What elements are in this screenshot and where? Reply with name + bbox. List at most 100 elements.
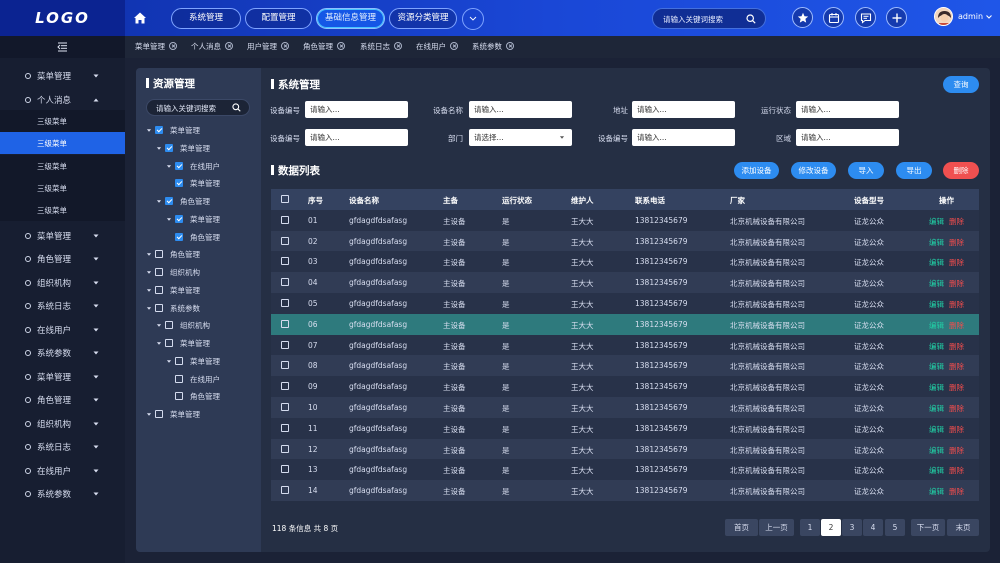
row-checkbox[interactable]	[281, 215, 289, 224]
tree-node[interactable]: 在线用户	[166, 373, 276, 387]
tree-checkbox[interactable]	[155, 250, 163, 259]
sidebar-item[interactable]: 菜单管理	[0, 366, 125, 388]
table-row[interactable]: 01 gfdagdfdsafasg 主设备 是 王大大 13812345679 北京机械设备…	[271, 209, 979, 231]
table-row[interactable]: 06 gfdagdfdsafasg 主设备 是 王大大 13812345679 北京机械设备…	[271, 313, 979, 335]
tree-node[interactable]: 在线用户	[166, 160, 276, 174]
row-checkbox[interactable]	[281, 403, 289, 411]
edit-link[interactable]: 编辑	[929, 257, 944, 268]
delete-link[interactable]: 删除	[949, 382, 964, 393]
tree-checkbox[interactable]	[165, 197, 173, 205]
sidebar-item[interactable]: 组织机构	[0, 272, 125, 294]
close-icon[interactable]	[450, 42, 458, 50]
tree-checkbox[interactable]	[175, 356, 183, 365]
row-checkbox[interactable]	[281, 465, 289, 474]
query-button[interactable]: 查询	[943, 76, 979, 93]
tree-node[interactable]: 角色管理	[156, 195, 266, 209]
delete-link[interactable]: 删除	[949, 299, 964, 310]
tree-node[interactable]: 角色管理	[166, 231, 276, 245]
open-tab[interactable]: 用户管理	[247, 36, 289, 58]
tree-checkbox[interactable]	[165, 143, 173, 152]
caret-down-icon[interactable]	[156, 199, 162, 204]
table-row[interactable]: 05 gfdagdfdsafasg 主设备 是 王大大 13812345679 北京机械设备…	[271, 293, 979, 314]
form-input[interactable]	[801, 104, 891, 115]
next-page-button[interactable]: 下一页	[911, 519, 945, 536]
sidebar-item[interactable]: 系统日志	[0, 436, 125, 458]
caret-down-icon[interactable]	[146, 412, 152, 417]
sidebar-item[interactable]: 菜单管理	[0, 65, 125, 87]
row-checkbox[interactable]	[281, 486, 289, 495]
form-input[interactable]	[637, 104, 727, 115]
caret-down-icon[interactable]	[559, 135, 565, 140]
tree-node[interactable]: 菜单管理	[166, 213, 276, 227]
open-tab[interactable]: 系统日志	[360, 36, 402, 58]
header-search-input[interactable]	[663, 12, 743, 26]
open-tab[interactable]: 菜单管理	[135, 36, 177, 58]
department-select[interactable]	[469, 129, 572, 146]
tree-checkbox[interactable]	[165, 339, 173, 347]
sidebar-item[interactable]: 角色管理	[0, 248, 125, 270]
delete-link[interactable]: 删除	[949, 361, 964, 372]
row-checkbox[interactable]	[281, 278, 289, 287]
sidebar-item[interactable]: 角色管理	[0, 389, 125, 411]
add-button[interactable]	[886, 7, 907, 28]
export-button[interactable]: 导出	[896, 162, 932, 179]
row-checkbox[interactable]	[281, 257, 289, 266]
edit-link[interactable]: 编辑	[929, 237, 944, 248]
delete-link[interactable]: 删除	[949, 445, 964, 456]
nav-tab-basic-info[interactable]: 基础信息管理	[316, 8, 385, 29]
sidebar-item[interactable]: 菜单管理	[0, 225, 125, 247]
sidebar-subitem[interactable]: 三级菜单	[0, 199, 125, 222]
form-input[interactable]	[474, 132, 564, 143]
tree-checkbox[interactable]	[175, 392, 183, 401]
form-field[interactable]	[632, 129, 735, 146]
tree-checkbox[interactable]	[155, 303, 163, 312]
delete-link[interactable]: 删除	[949, 237, 964, 248]
edit-link[interactable]: 编辑	[929, 320, 944, 331]
caret-down-icon[interactable]	[146, 306, 152, 311]
delete-link[interactable]: 删除	[949, 278, 964, 289]
tree-node[interactable]: 菜单管理	[146, 124, 256, 138]
form-input[interactable]	[801, 132, 891, 143]
edit-link[interactable]: 编辑	[929, 341, 944, 352]
close-icon[interactable]	[169, 42, 177, 50]
open-tab[interactable]: 在线用户	[416, 36, 458, 58]
page-number-button[interactable]: 1	[800, 519, 820, 536]
tree-checkbox[interactable]	[165, 321, 173, 330]
row-checkbox[interactable]	[281, 382, 289, 391]
table-row[interactable]: 09 gfdagdfdsafasg 主设备 是 王大大 13812345679 北京机械设备…	[271, 376, 979, 397]
table-row[interactable]: 04 gfdagdfdsafasg 主设备 是 王大大 13812345679 北京机械设备…	[271, 272, 979, 293]
avatar[interactable]	[934, 7, 953, 26]
sidebar-subitem[interactable]: 三级菜单	[0, 110, 125, 132]
delete-link[interactable]: 删除	[949, 403, 964, 414]
caret-down-icon[interactable]	[146, 252, 152, 257]
table-row[interactable]: 03 gfdagdfdsafasg 主设备 是 王大大 13812345679 北京机械设备…	[271, 251, 979, 273]
row-checkbox[interactable]	[281, 340, 289, 349]
row-checkbox[interactable]	[281, 319, 289, 328]
tree-node[interactable]: 菜单管理	[166, 177, 276, 191]
sidebar-collapse-button[interactable]	[0, 36, 125, 58]
table-row[interactable]: 14 gfdagdfdsafasg 主设备 是 王大大 13812345679 北京机械设备…	[271, 480, 979, 501]
page-number-button[interactable]: 4	[863, 519, 883, 536]
open-tab[interactable]: 系统参数	[472, 36, 514, 58]
tree-search[interactable]	[146, 99, 250, 116]
delete-link[interactable]: 删除	[949, 486, 964, 497]
edit-link[interactable]: 编辑	[929, 486, 944, 497]
sidebar-item[interactable]: 系统日志	[0, 295, 125, 317]
sidebar-item[interactable]: 个人消息	[0, 89, 125, 111]
table-row[interactable]: 13 gfdagdfdsafasg 主设备 是 王大大 13812345679 北京机械设备…	[271, 459, 979, 481]
edit-link[interactable]: 编辑	[929, 299, 944, 310]
tree-checkbox[interactable]	[175, 374, 183, 383]
sidebar-subitem[interactable]: 三级菜单	[0, 176, 125, 199]
close-icon[interactable]	[337, 42, 345, 50]
form-field[interactable]	[305, 101, 408, 118]
tree-checkbox[interactable]	[155, 410, 163, 418]
prev-page-button[interactable]: 上一页	[759, 519, 794, 536]
search-icon[interactable]	[746, 14, 756, 24]
open-tab[interactable]: 个人消息	[191, 36, 233, 58]
caret-down-icon[interactable]	[146, 288, 152, 293]
delete-button[interactable]: 删除	[943, 162, 979, 179]
favorite-button[interactable]	[792, 7, 813, 28]
delete-link[interactable]: 删除	[949, 320, 964, 331]
nav-more-button[interactable]	[462, 8, 484, 30]
message-button[interactable]	[855, 7, 876, 28]
